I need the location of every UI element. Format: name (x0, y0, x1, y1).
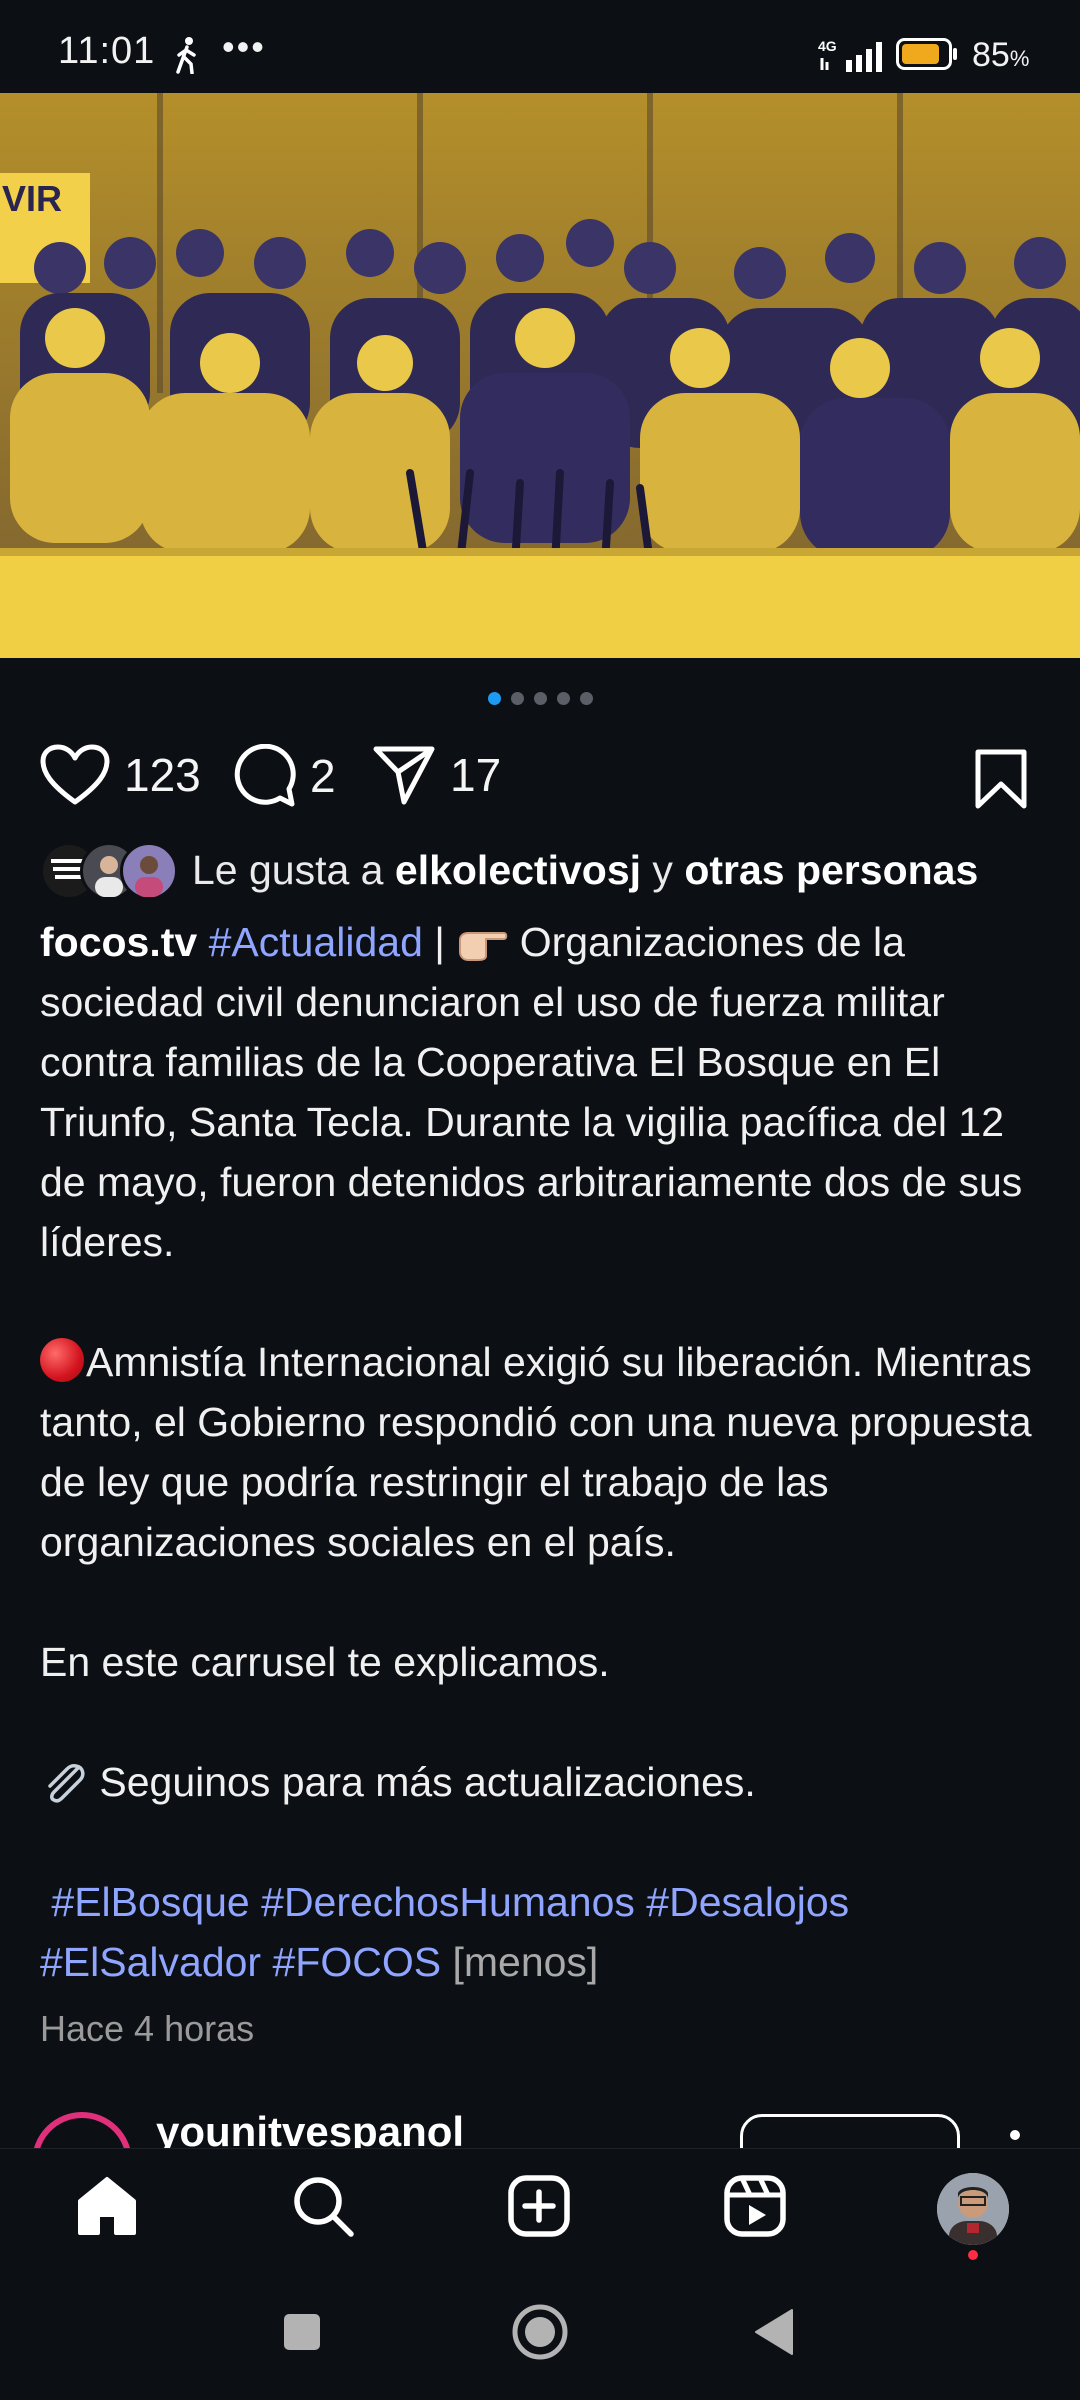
bottom-navigation (0, 2148, 1080, 2261)
battery-icon (896, 38, 957, 70)
follow-button[interactable] (740, 2114, 960, 2148)
signal-4g-icon: 4G (818, 38, 882, 72)
hashtag[interactable]: #ElBosque (51, 1879, 249, 1925)
caption-paragraph: focos.tv #Actualidad | Organizaciones de… (40, 919, 1023, 1265)
red-circle-icon (40, 1338, 84, 1382)
share-count: 17 (450, 749, 502, 801)
carousel-dot (579, 692, 593, 705)
reels-icon[interactable] (722, 2173, 788, 2239)
post-timestamp: Hace 4 horas (40, 2008, 255, 2049)
press-conference-photo: VIR (0, 93, 1080, 658)
caption-username[interactable]: focos.tv (40, 919, 197, 965)
hashtag[interactable]: #Desalojos (646, 1879, 849, 1925)
share-button[interactable]: 17 (372, 744, 501, 806)
create-post-icon[interactable] (506, 2173, 572, 2239)
like-count: 123 (124, 749, 201, 801)
liker-username[interactable]: elkolectivosj (395, 847, 641, 893)
svg-text:VIR: VIR (2, 178, 62, 219)
carousel-dot (510, 692, 524, 705)
pointing-hand-icon (459, 932, 508, 961)
carousel-dot (556, 692, 570, 705)
post-caption: focos.tv #Actualidad | Organizaciones de… (40, 912, 1050, 1992)
liked-by-row[interactable]: Le gusta a elkolectivosj y otras persona… (40, 842, 1050, 900)
carousel-dot (533, 692, 547, 705)
avatar (120, 842, 178, 900)
next-post-username[interactable]: younitvespanol (156, 2108, 464, 2148)
carousel-indicator (0, 692, 1080, 705)
comment-button[interactable]: 2 (232, 744, 336, 808)
paperclip-icon (48, 1764, 85, 1803)
liked-by-text: Le gusta a elkolectivosj y otras persona… (192, 846, 979, 893)
notification-dot (968, 2250, 978, 2260)
show-less-link[interactable]: [menos] (452, 1939, 598, 1985)
more-notifications-icon: ••• (222, 26, 266, 67)
battery-percent: 85% (972, 36, 1030, 74)
caption-paragraph: Amnistía Internacional exigió su liberac… (40, 1338, 1032, 1565)
status-bar: 11:01 ••• 4G 85% (0, 0, 1080, 93)
system-navigation (0, 2262, 1080, 2400)
hashtag[interactable]: #DerechosHumanos (261, 1879, 635, 1925)
post-actions: 123 2 17 (0, 738, 1080, 818)
next-post-header: younitvespanol (0, 2100, 1080, 2148)
profile-avatar[interactable] (937, 2173, 1009, 2245)
hashtag[interactable]: #Actualidad (209, 919, 423, 965)
walking-person-icon (176, 37, 196, 74)
recents-button-icon[interactable] (282, 2312, 322, 2352)
back-button-icon[interactable] (754, 2308, 794, 2356)
home-button-icon[interactable] (511, 2303, 569, 2361)
hashtag[interactable]: #FOCOS (272, 1939, 441, 1985)
caption-paragraph: Seguinos para más actualizaciones. (40, 1752, 1050, 1812)
hashtag[interactable]: #ElSalvador (40, 1939, 261, 1985)
network-label: 4G (818, 38, 837, 54)
home-icon[interactable] (74, 2173, 140, 2239)
comment-icon (234, 744, 296, 807)
carousel-dot-active (487, 692, 501, 705)
story-ring-avatar[interactable] (32, 2112, 132, 2148)
send-icon (373, 746, 435, 805)
search-icon[interactable] (290, 2173, 356, 2239)
post-image[interactable]: VIR (0, 93, 1080, 658)
more-options-icon[interactable] (1010, 2130, 1020, 2140)
bookmark-icon (975, 749, 1027, 809)
caption-hashtags: #ElBosque #DerechosHumanos #Desalojos #E… (40, 1872, 1050, 1992)
save-button[interactable] (974, 748, 1028, 815)
liker-avatars (40, 842, 180, 900)
status-time: 11:01 (58, 30, 156, 72)
comment-count: 2 (310, 750, 336, 802)
heart-icon (40, 744, 110, 805)
liker-others[interactable]: otras personas (684, 847, 978, 893)
like-button[interactable]: 123 (40, 744, 201, 806)
caption-paragraph: En este carrusel te explicamos. (40, 1639, 610, 1685)
